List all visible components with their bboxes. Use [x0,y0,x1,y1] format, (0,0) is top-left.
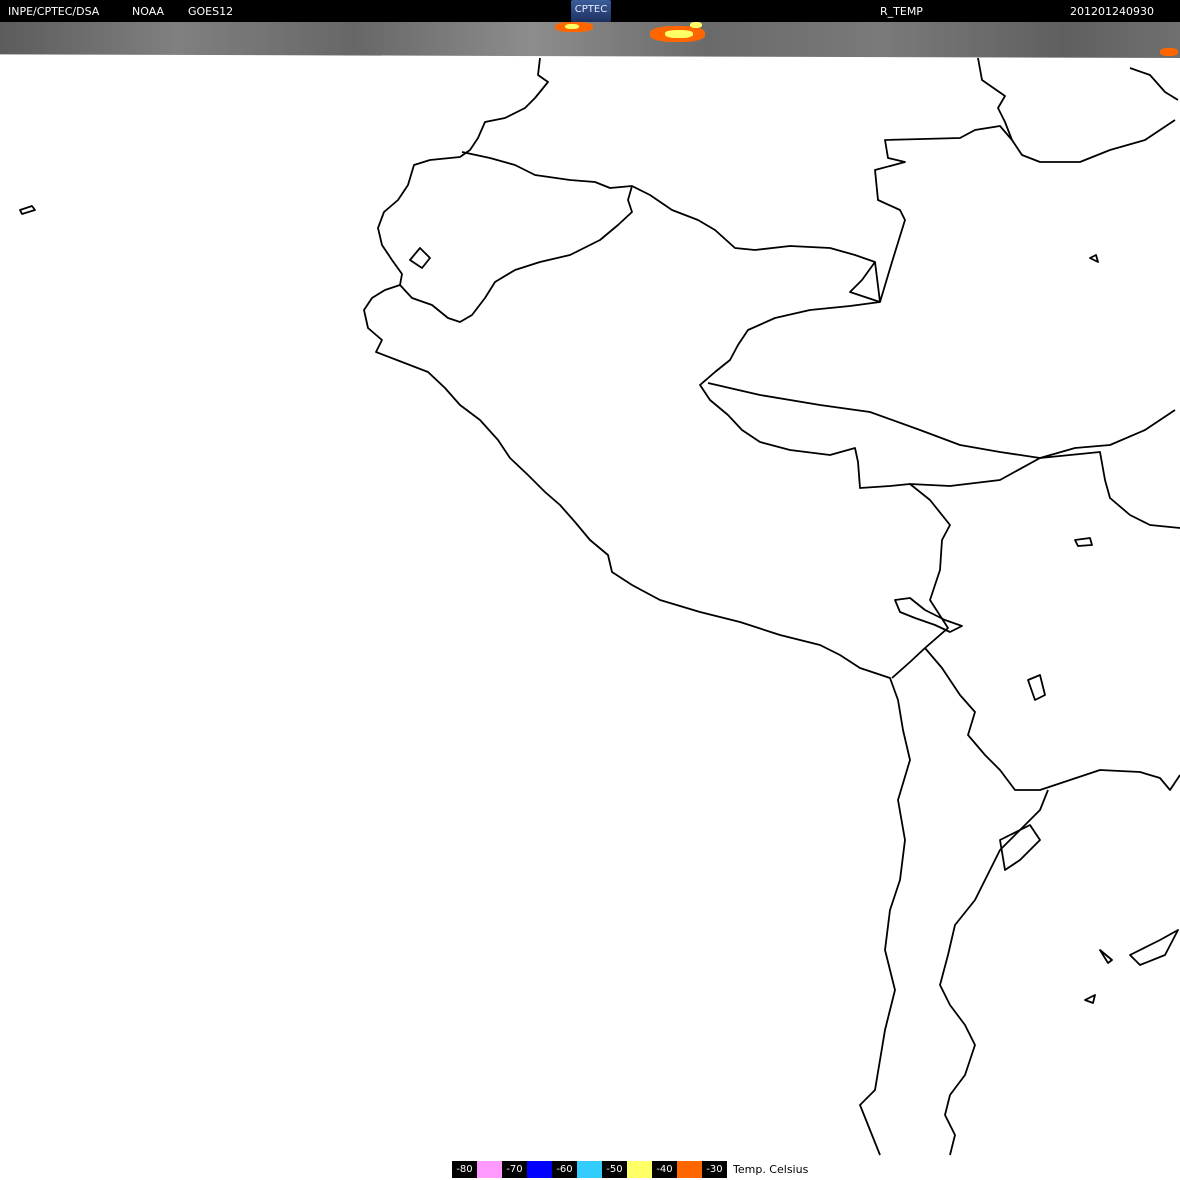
country-border [1129,67,1179,101]
island [999,824,1041,871]
legend-label: -80 [452,1161,477,1178]
coastline [363,57,911,1156]
island [409,247,431,269]
island [1089,254,1099,263]
island [1084,994,1096,1004]
country-border [939,789,1049,1156]
island [1027,674,1046,701]
legend-label: -50 [602,1161,627,1178]
legend-label: -60 [552,1161,577,1178]
lake-titicaca [894,597,963,633]
island [1074,537,1093,547]
legend-swatch [577,1161,602,1178]
legend-label: -40 [652,1161,677,1178]
country-border [909,451,1180,529]
temperature-legend: -80 -70 -60 -50 -40 -30 Temp. Celsius [452,1161,808,1178]
island [1129,929,1179,966]
map-borders [19,57,1180,1156]
island [19,205,36,215]
country-border [461,151,881,303]
legend-swatch [627,1161,652,1178]
country-border [399,185,633,323]
country-border [874,119,1176,303]
legend-label: -30 [702,1161,727,1178]
legend-swatch [527,1161,552,1178]
country-border [924,647,1180,791]
legend-swatch [677,1161,702,1178]
legend-swatch [477,1161,502,1178]
legend-unit: Temp. Celsius [733,1163,809,1176]
island [1099,949,1113,964]
legend-label: -70 [502,1161,527,1178]
